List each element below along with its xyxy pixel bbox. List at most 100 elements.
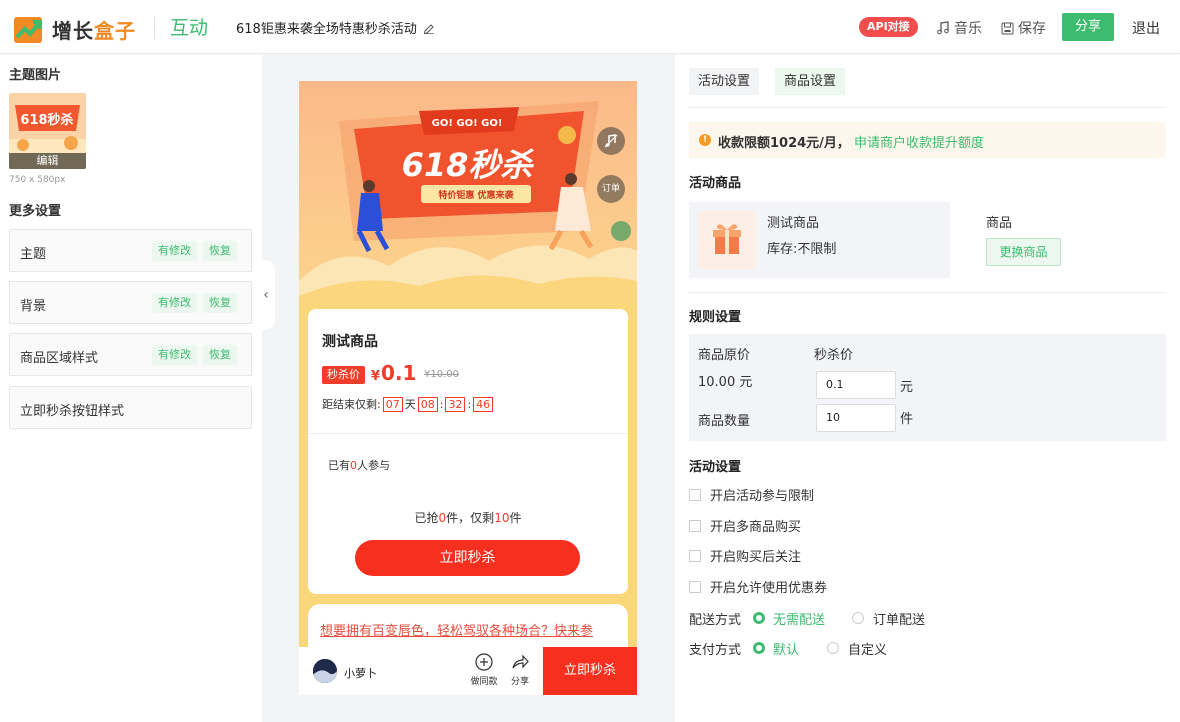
share-icon xyxy=(512,654,529,669)
seckill-price: ¥0.1 xyxy=(371,361,417,385)
warning-icon: ! xyxy=(699,134,711,146)
settings-item-label: 主题 xyxy=(20,247,47,262)
original-price-value: 10.00 元 xyxy=(698,375,753,390)
checkbox-multi-goods[interactable]: 开启多商品购买 xyxy=(689,516,801,535)
restore-button[interactable]: 恢复 xyxy=(203,241,237,261)
music-button[interactable]: 音乐 xyxy=(936,18,982,38)
activity-banner[interactable]: GO! GO! GO! 618秒杀 特价钜惠 优惠来袭 订单 xyxy=(299,81,637,301)
radio-order-delivery-label[interactable]: 订单配送 xyxy=(873,609,925,628)
countdown-days: 07 xyxy=(382,396,403,412)
seckill-price-input[interactable]: 0.1 xyxy=(816,371,896,399)
checkbox-allow-coupons[interactable]: 开启允许使用优惠券 xyxy=(689,577,827,596)
preview-bottom-bar: 小萝卜 做同款 分享 立即秒杀 xyxy=(299,647,637,695)
countdown-seconds: 46 xyxy=(473,396,494,412)
radio-pay-default-label[interactable]: 默认 xyxy=(773,639,799,658)
user-name: 小萝卜 xyxy=(344,667,377,680)
music-label: 音乐 xyxy=(954,21,982,37)
tab-activity-settings[interactable]: 活动设置 xyxy=(689,68,760,95)
tab-goods-settings[interactable]: 商品设置 xyxy=(775,68,846,95)
music-icon xyxy=(604,134,618,148)
delivery-method-label: 配送方式 xyxy=(689,613,742,628)
svg-text:618秒杀: 618秒杀 xyxy=(20,112,73,128)
quantity-unit: 件 xyxy=(900,412,914,427)
settings-item-label: 商品区域样式 xyxy=(20,351,99,366)
stock-status: 已抢0件，仅剩10件 xyxy=(414,511,522,525)
checkbox-participation-limit[interactable]: 开启活动参与限制 xyxy=(689,485,814,504)
checkbox-label: 开启多商品购买 xyxy=(710,520,802,535)
save-label: 保存 xyxy=(1018,21,1046,37)
rules-section-title: 规则设置 xyxy=(689,310,742,325)
restore-button[interactable]: 恢复 xyxy=(203,345,237,365)
radio-pay-default[interactable] xyxy=(753,642,765,654)
seckill-now-button[interactable]: 立即秒杀 xyxy=(355,540,580,576)
checkbox-label: 开启允许使用优惠券 xyxy=(710,581,828,596)
logo[interactable]: 增长盒子 xyxy=(14,15,136,44)
collapse-panel-button[interactable]: ‹ xyxy=(257,260,275,330)
settings-item-label: 立即秒杀按钮样式 xyxy=(20,404,125,419)
checkbox-icon[interactable] xyxy=(689,580,701,593)
settings-item-background[interactable]: 背景 有修改 恢复 xyxy=(9,281,252,324)
banner-title: 618秒杀 xyxy=(402,146,535,184)
music-icon xyxy=(937,21,949,35)
payment-method-row: 支付方式 默认 自定义 xyxy=(689,639,989,659)
checkbox-icon[interactable] xyxy=(689,549,701,562)
banner-tagline: GO! GO! GO! xyxy=(432,118,503,129)
phone-preview: GO! GO! GO! 618秒杀 特价钜惠 优惠来袭 订单 测试商品 秒杀价 … xyxy=(299,81,637,695)
rules-box: 商品原价 10.00 元 秒杀价 0.1 元 商品数量 10 件 xyxy=(689,334,1166,441)
checkbox-label: 开启活动参与限制 xyxy=(710,489,815,504)
radio-no-delivery[interactable] xyxy=(753,612,765,624)
music-toggle-button[interactable] xyxy=(597,127,625,155)
make-same-button[interactable]: 做同款 xyxy=(469,653,499,687)
top-bar: 增长盒子 互动 618钜惠来袭全场特惠秒杀活动 API对接 音乐 保存 分享 退… xyxy=(0,0,1180,54)
product-card: 测试商品 秒杀价 ¥0.1 ¥10.00 距结束仅剩: 07 天 08: 32:… xyxy=(308,309,628,594)
banner-illustration: GO! GO! GO! 618秒杀 特价钜惠 优惠来袭 xyxy=(299,81,637,301)
thumbnail-edit-label[interactable]: 编辑 xyxy=(9,153,86,169)
api-badge[interactable]: API对接 xyxy=(859,17,918,37)
modified-tag: 有修改 xyxy=(152,293,197,313)
radio-order-delivery[interactable] xyxy=(852,612,864,624)
seckill-price-tag: 秒杀价 xyxy=(322,366,365,384)
modified-tag: 有修改 xyxy=(152,241,197,261)
radio-no-delivery-label[interactable]: 无需配送 xyxy=(773,609,825,628)
share-preview-button[interactable]: 分享 xyxy=(505,653,535,687)
settings-item-buy-button-style[interactable]: 立即秒杀按钮样式 xyxy=(9,386,252,429)
participants-count: 已有0人参与 xyxy=(328,459,390,472)
original-price-label: 商品原价 xyxy=(698,348,751,363)
share-button[interactable]: 分享 xyxy=(1062,13,1114,41)
order-button[interactable]: 订单 xyxy=(597,175,625,203)
page-title-text: 618钜惠来袭全场特惠秒杀活动 xyxy=(236,22,417,37)
raise-quota-link[interactable]: 申请商户收款提升额度 xyxy=(854,132,984,151)
radio-pay-custom[interactable] xyxy=(827,642,839,654)
tab-divider xyxy=(689,107,1166,108)
change-goods-button[interactable]: 更换商品 xyxy=(986,238,1061,266)
original-price: ¥10.00 xyxy=(424,369,459,380)
countdown-label: 距结束仅剩: xyxy=(322,398,381,411)
edit-title-icon[interactable] xyxy=(423,22,435,34)
countdown-day-unit: 天 xyxy=(404,398,416,411)
checkbox-icon[interactable] xyxy=(689,519,701,532)
settings-item-goods-style[interactable]: 商品区域样式 有修改 恢复 xyxy=(9,333,252,376)
checkbox-icon[interactable] xyxy=(689,488,701,501)
header-divider xyxy=(154,17,155,39)
payment-method-label: 支付方式 xyxy=(689,643,742,658)
goods-label: 商品 xyxy=(986,216,1013,231)
seckill-price-label: 秒杀价 xyxy=(814,348,854,363)
logo-icon xyxy=(14,16,42,43)
restore-button[interactable]: 恢复 xyxy=(203,293,237,313)
bottom-seckill-button[interactable]: 立即秒杀 xyxy=(543,647,637,695)
exit-button[interactable]: 退出 xyxy=(1132,18,1160,38)
more-settings-title: 更多设置 xyxy=(9,204,62,219)
radio-pay-custom-label[interactable]: 自定义 xyxy=(848,639,887,658)
checkbox-follow-after-buy[interactable]: 开启购买后关注 xyxy=(689,546,801,565)
save-button[interactable]: 保存 xyxy=(1001,18,1046,38)
quantity-label: 商品数量 xyxy=(698,414,751,429)
countdown: 距结束仅剩: 07 天 08: 32: 46 xyxy=(322,396,495,412)
quantity-input[interactable]: 10 xyxy=(816,404,896,432)
promo-link[interactable]: 想要拥有百变唇色，轻松驾驭各种场合？快来参 xyxy=(320,620,593,639)
modified-tag: 有修改 xyxy=(152,345,197,365)
logo-text: 增长盒子 xyxy=(52,19,136,43)
chevron-left-icon: ‹ xyxy=(263,287,269,303)
settings-item-theme[interactable]: 主题 有修改 恢复 xyxy=(9,229,252,272)
goods-card: 测试商品 库存:不限制 xyxy=(689,202,950,278)
theme-image-thumbnail[interactable]: 618秒杀 编辑 xyxy=(9,93,86,169)
